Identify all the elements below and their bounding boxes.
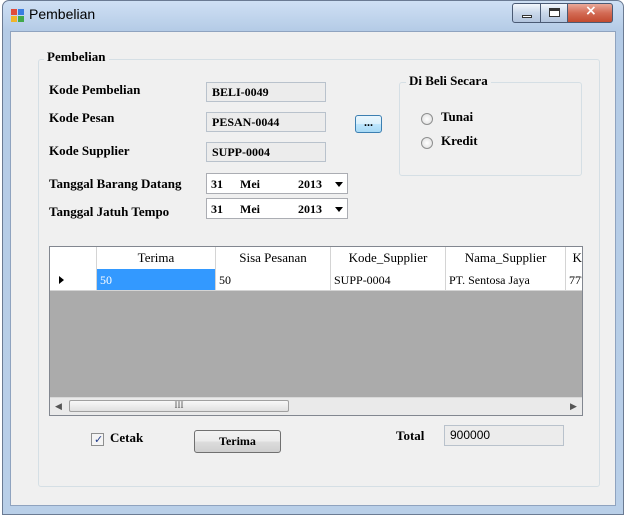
tanggal-tempo-label: Tanggal Jatuh Tempo (49, 204, 170, 219)
table-cell[interactable]: PT. Sentosa Jaya (446, 269, 566, 291)
tanggal-tempo-picker[interactable]: 31 Mei 2013 (206, 198, 348, 219)
di-beli-secara-title: Di Beli Secara (406, 73, 491, 89)
tanggal-tempo-day: 31 (211, 202, 223, 216)
tanggal-datang-month: Mei (240, 177, 260, 191)
kode-pembelian-label: Kode Pembelian (49, 82, 141, 97)
scroll-left-icon[interactable]: ◀ (50, 398, 67, 415)
tunai-radio[interactable] (421, 113, 433, 125)
table-cell[interactable]: SUPP-0004 (331, 269, 446, 291)
total-field[interactable]: 900000 (444, 425, 564, 446)
tanggal-datang-picker[interactable]: 31 Mei 2013 (206, 173, 348, 194)
browse-pesan-button[interactable]: ... (355, 115, 382, 133)
tanggal-datang-day: 31 (211, 177, 223, 191)
scroll-thumb[interactable]: III (69, 400, 289, 412)
kredit-radio[interactable] (421, 137, 433, 149)
maximize-icon (549, 8, 560, 17)
kode-pesan-label: Kode Pesan (49, 110, 115, 125)
minimize-icon (522, 15, 532, 18)
column-header-sisa-pesanan[interactable]: Sisa Pesanan (216, 247, 331, 269)
table-cell[interactable]: 50 (97, 269, 216, 291)
table-cell[interactable]: 7777 (566, 269, 582, 291)
window-title: Pembelian (29, 6, 96, 22)
pesanan-data-grid[interactable]: Terima Sisa Pesanan Kode_Supplier Nama_S… (49, 246, 583, 416)
cetak-label[interactable]: Cetak (110, 430, 143, 446)
di-beli-secara-groupbox (399, 82, 582, 176)
minimize-button[interactable] (512, 3, 541, 23)
kode-pembelian-field[interactable]: BELI-0049 (206, 82, 326, 102)
chevron-down-icon[interactable] (335, 182, 343, 187)
tunai-label[interactable]: Tunai (441, 109, 473, 125)
table-cell[interactable]: 50 (216, 269, 331, 291)
kode-supplier-label: Kode Supplier (49, 143, 130, 158)
total-label: Total (396, 428, 425, 443)
column-header-ko[interactable]: Ko (566, 247, 582, 269)
kode-pesan-field[interactable]: PESAN-0044 (206, 112, 326, 132)
maximize-button[interactable] (540, 3, 568, 23)
close-icon: × (585, 3, 597, 19)
table-row[interactable]: 50 50 SUPP-0004 PT. Sentosa Jaya 7777 (50, 269, 582, 291)
horizontal-scrollbar[interactable]: ◀ III ▶ (50, 397, 582, 415)
cetak-checkbox[interactable]: ✓ (91, 433, 104, 446)
column-header-kode-supplier[interactable]: Kode_Supplier (331, 247, 446, 269)
grid-header-row: Terima Sisa Pesanan Kode_Supplier Nama_S… (50, 247, 582, 270)
kode-supplier-field[interactable]: SUPP-0004 (206, 142, 326, 162)
close-button[interactable]: × (567, 3, 613, 23)
grid-corner-header[interactable] (50, 247, 97, 269)
pembelian-group-title: Pembelian (44, 49, 109, 65)
tanggal-datang-year: 2013 (298, 177, 322, 191)
tanggal-datang-label: Tanggal Barang Datang (49, 176, 182, 191)
scroll-right-icon[interactable]: ▶ (565, 398, 582, 415)
kredit-label[interactable]: Kredit (441, 133, 478, 149)
row-header[interactable] (50, 269, 97, 291)
terima-button[interactable]: Terima (194, 430, 281, 453)
checkmark-icon: ✓ (94, 433, 104, 446)
column-header-terima[interactable]: Terima (97, 247, 216, 269)
app-icon (11, 9, 24, 22)
tanggal-tempo-month: Mei (240, 202, 260, 216)
chevron-down-icon[interactable] (335, 207, 343, 212)
current-row-arrow-icon (59, 276, 64, 284)
column-header-nama-supplier[interactable]: Nama_Supplier (446, 247, 566, 269)
tanggal-tempo-year: 2013 (298, 202, 322, 216)
